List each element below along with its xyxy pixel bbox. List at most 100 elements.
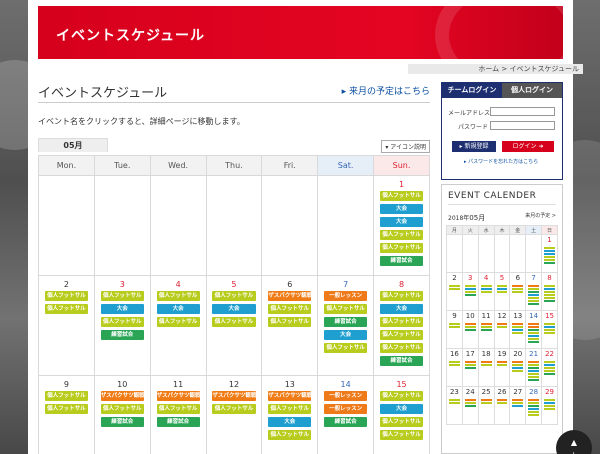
mini-day-cell[interactable]: 19 <box>493 348 511 387</box>
mini-day-cell[interactable]: 16 <box>446 348 463 387</box>
event-link-personal[interactable]: 個人フットサル <box>379 430 424 440</box>
event-link-school[interactable]: ザスパクサツ観戦 <box>268 291 312 301</box>
email-field[interactable] <box>490 107 555 116</box>
login-button[interactable]: ログイン ➜ <box>502 141 554 152</box>
event-link-school[interactable]: ザスパクサツ観戦 <box>268 391 312 401</box>
mini-day-cell[interactable]: 5 <box>493 272 511 311</box>
register-button[interactable]: ▸ 新規登録 <box>452 141 496 152</box>
event-link-practice[interactable]: 練習試合 <box>100 330 144 340</box>
event-link-tournament[interactable]: 大会 <box>379 204 424 214</box>
mini-day-cell[interactable]: 3 <box>461 272 479 311</box>
event-link-practice[interactable]: 練習試合 <box>324 417 368 427</box>
mini-day-cell[interactable]: 4 <box>477 272 495 311</box>
mini-day-cell[interactable]: 8 <box>541 272 558 311</box>
event-link-tournament[interactable]: 大会 <box>379 404 424 414</box>
event-link-personal[interactable]: 個人フットサル <box>379 230 424 240</box>
event-indicator-bar <box>544 361 555 363</box>
mini-day-cell[interactable]: 20 <box>509 348 527 387</box>
event-link-personal[interactable]: 個人フットサル <box>379 417 424 427</box>
event-link-practice[interactable]: 練習試合 <box>156 417 200 427</box>
event-indicator-bar <box>528 338 540 340</box>
event-indicator-bar <box>544 253 555 255</box>
forgot-password-link[interactable]: ▸ パスワードを忘れた方はこちら <box>464 158 538 165</box>
breadcrumb[interactable]: ホーム > イベントスケジュール <box>408 64 583 74</box>
event-link-practice[interactable]: 練習試合 <box>324 317 368 327</box>
event-link-school[interactable]: ザスパクサツ観戦 <box>212 391 256 401</box>
event-link-practice[interactable]: 練習試合 <box>379 356 424 366</box>
mini-day-cell[interactable]: 25 <box>477 386 495 425</box>
mini-day-cell[interactable]: 23 <box>446 386 463 425</box>
mini-day-cell[interactable]: 15 <box>541 310 558 349</box>
event-link-lesson[interactable]: 一般レッスン <box>324 404 368 414</box>
event-link-personal[interactable]: 個人フットサル <box>100 291 144 301</box>
mini-day-cell[interactable]: 11 <box>477 310 495 349</box>
event-link-lesson[interactable]: 一般レッスン <box>324 391 368 401</box>
event-link-tournament[interactable]: 大会 <box>100 304 144 314</box>
mini-day-cell[interactable]: 12 <box>493 310 511 349</box>
event-link-personal[interactable]: 個人フットサル <box>379 291 424 301</box>
event-link-tournament[interactable]: 大会 <box>156 304 200 314</box>
event-link-tournament[interactable]: 大会 <box>379 304 424 314</box>
mini-day-cell[interactable]: 28 <box>525 386 543 425</box>
event-link-practice[interactable]: 練習試合 <box>100 417 144 427</box>
event-link-school[interactable]: ザスパクサツ観戦 <box>100 391 144 401</box>
mini-day-cell[interactable]: 13 <box>509 310 527 349</box>
event-link-personal[interactable]: 個人フットサル <box>268 317 312 327</box>
event-link-personal[interactable]: 個人フットサル <box>44 291 88 301</box>
mini-day-cell[interactable]: 17 <box>461 348 479 387</box>
event-indicator-bar <box>528 291 540 293</box>
event-link-personal[interactable]: 個人フットサル <box>212 317 256 327</box>
mini-day-cell[interactable]: 14 <box>525 310 543 349</box>
event-link-personal[interactable]: 個人フットサル <box>379 317 424 327</box>
event-link-personal[interactable]: 個人フットサル <box>379 330 424 340</box>
event-link-tournament[interactable]: 大会 <box>268 417 312 427</box>
event-indicator-bar <box>464 288 476 290</box>
mini-day-number: 23 <box>449 388 459 396</box>
event-link-tournament[interactable]: 大会 <box>324 330 368 340</box>
next-month-link[interactable]: ▸ 来月の予定はこちら <box>342 84 430 97</box>
mini-day-cell[interactable]: 29 <box>541 386 558 425</box>
event-link-school[interactable]: ザスパクサツ観戦 <box>156 391 200 401</box>
mini-day-cell[interactable]: 10 <box>461 310 479 349</box>
mini-day-cell[interactable]: 22 <box>541 348 558 387</box>
day-number: 7 <box>343 280 349 289</box>
event-link-personal[interactable]: 個人フットサル <box>268 430 312 440</box>
icon-legend-button[interactable]: ▾ アイコン説明 <box>381 140 430 153</box>
mini-day-cell[interactable]: 7 <box>525 272 543 311</box>
event-link-personal[interactable]: 個人フットサル <box>379 391 424 401</box>
event-link-personal[interactable]: 個人フットサル <box>156 317 200 327</box>
event-link-personal[interactable]: 個人フットサル <box>44 404 88 414</box>
event-link-personal[interactable]: 個人フットサル <box>268 404 312 414</box>
event-link-personal[interactable]: 個人フットサル <box>324 343 368 353</box>
mini-day-cell[interactable]: 18 <box>477 348 495 387</box>
event-link-tournament[interactable]: 大会 <box>212 304 256 314</box>
mini-day-cell[interactable]: 1 <box>541 234 558 273</box>
password-field[interactable] <box>490 121 555 130</box>
mini-calendar-next-link[interactable]: 来月の予定 > <box>525 212 556 219</box>
event-link-personal[interactable]: 個人フットサル <box>324 304 368 314</box>
mini-day-cell[interactable]: 26 <box>493 386 511 425</box>
event-link-personal[interactable]: 個人フットサル <box>44 391 88 401</box>
tab-team-login[interactable]: チームログイン <box>442 83 502 98</box>
event-link-lesson[interactable]: 一般レッスン <box>324 291 368 301</box>
mini-day-cell[interactable]: 2 <box>446 272 463 311</box>
event-link-personal[interactable]: 個人フットサル <box>100 404 144 414</box>
event-link-tournament[interactable]: 大会 <box>379 217 424 227</box>
mini-day-cell[interactable]: 27 <box>509 386 527 425</box>
mini-day-cell[interactable]: 9 <box>446 310 463 349</box>
event-link-personal[interactable]: 個人フットサル <box>379 191 424 201</box>
event-link-personal[interactable]: 個人フットサル <box>212 291 256 301</box>
event-link-personal[interactable]: 個人フットサル <box>379 243 424 253</box>
event-link-personal[interactable]: 個人フットサル <box>268 304 312 314</box>
event-link-personal[interactable]: 個人フットサル <box>44 304 88 314</box>
event-link-personal[interactable]: 個人フットサル <box>156 291 200 301</box>
event-link-personal[interactable]: 個人フットサル <box>379 343 424 353</box>
event-link-personal[interactable]: 個人フットサル <box>156 404 200 414</box>
mini-day-cell[interactable]: 6 <box>509 272 527 311</box>
mini-day-cell[interactable]: 24 <box>461 386 479 425</box>
event-link-practice[interactable]: 練習試合 <box>379 256 424 266</box>
tab-individual-login[interactable]: 個人ログイン <box>502 83 562 98</box>
event-link-personal[interactable]: 個人フットサル <box>100 317 144 327</box>
mini-day-cell[interactable]: 21 <box>525 348 543 387</box>
event-link-personal[interactable]: 個人フットサル <box>212 404 256 414</box>
